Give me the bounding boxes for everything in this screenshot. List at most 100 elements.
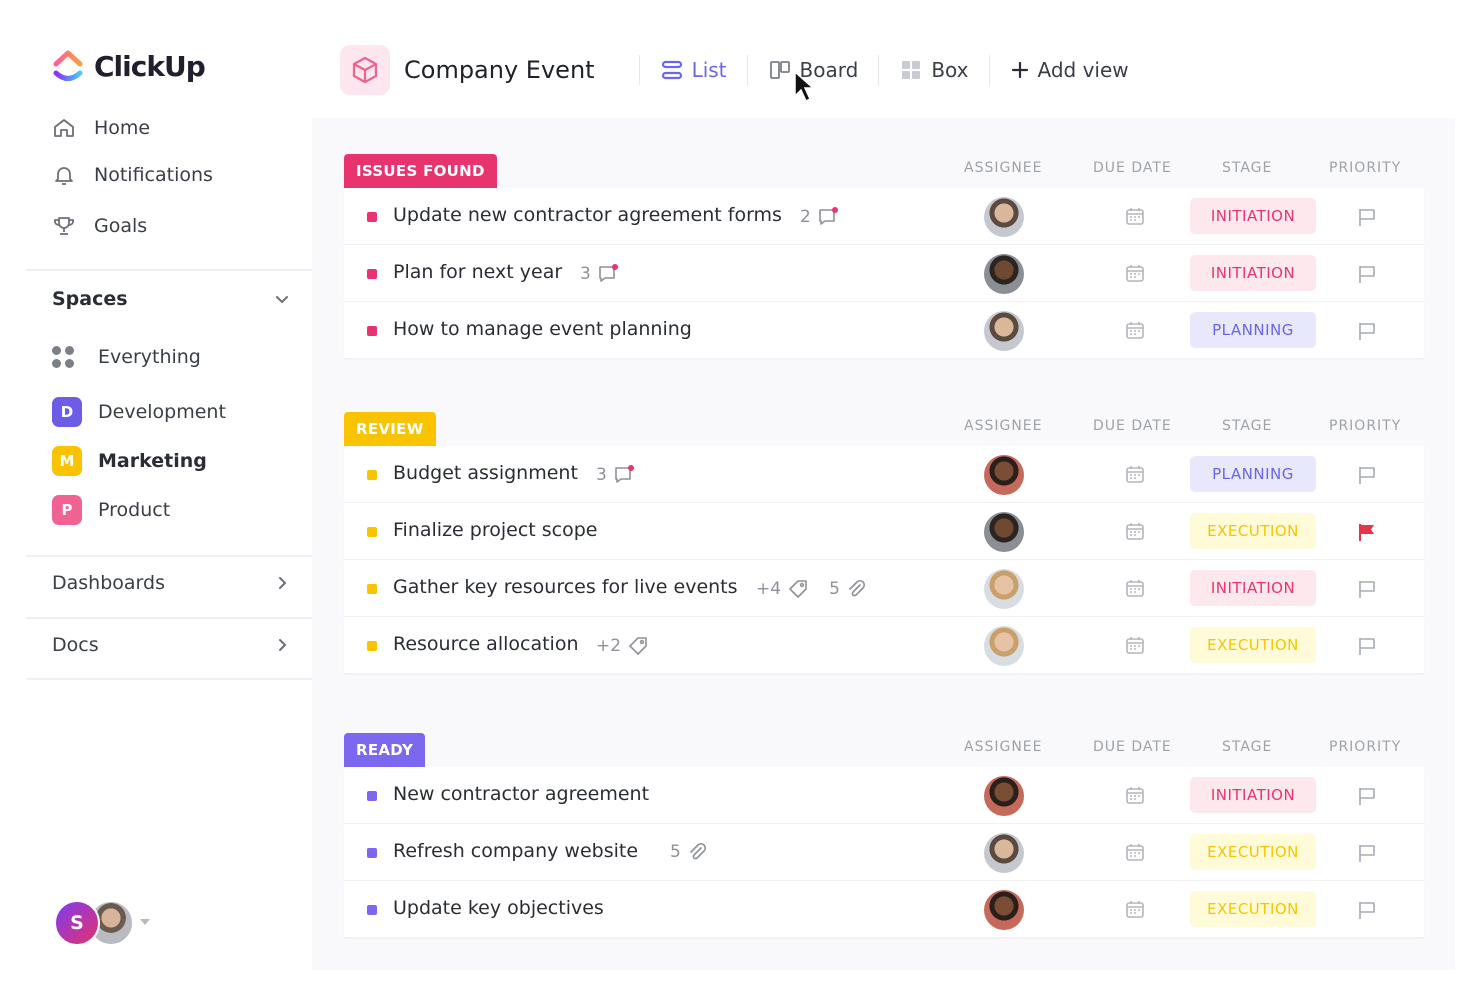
priority-flag-icon[interactable] (1356, 842, 1378, 864)
table-row[interactable]: New contractor agreement INITIATION (344, 767, 1424, 824)
table-row[interactable]: Refresh company website 5 EXECUTION (344, 824, 1424, 881)
priority-flag-icon[interactable] (1356, 320, 1378, 342)
calendar-icon[interactable] (1124, 898, 1146, 920)
priority-flag-icon[interactable] (1356, 635, 1378, 657)
task-title[interactable]: Plan for next year (393, 261, 562, 283)
assignee-avatar[interactable] (984, 311, 1024, 351)
priority-flag-icon[interactable] (1356, 464, 1378, 486)
stage-badge[interactable]: EXECUTION (1190, 627, 1316, 663)
priority-flag-icon[interactable] (1356, 578, 1378, 600)
assignee-avatar[interactable] (984, 626, 1024, 666)
status-badge[interactable]: ISSUES FOUND (344, 154, 497, 188)
status-dot[interactable] (367, 269, 377, 279)
calendar-icon[interactable] (1124, 205, 1146, 227)
task-title[interactable]: Update key objectives (393, 897, 604, 919)
status-dot[interactable] (367, 326, 377, 336)
status-dot[interactable] (367, 527, 377, 537)
comment-icon[interactable] (613, 464, 635, 486)
spaces-header[interactable]: Spaces (52, 288, 292, 310)
column-header-stage[interactable]: STAGE (1222, 160, 1272, 176)
stage-badge[interactable]: EXECUTION (1190, 834, 1316, 870)
stage-badge[interactable]: PLANNING (1190, 312, 1316, 348)
tab-list[interactable]: List (660, 58, 727, 82)
stage-badge[interactable]: EXECUTION (1190, 891, 1316, 927)
status-dot[interactable] (367, 848, 377, 858)
column-header-stage[interactable]: STAGE (1222, 739, 1272, 755)
status-badge[interactable]: READY (344, 733, 426, 767)
comment-icon[interactable] (817, 206, 839, 228)
stage-badge[interactable]: PLANNING (1190, 456, 1316, 492)
chevron-down-icon[interactable] (272, 289, 292, 309)
sidebar-item-notifications[interactable]: Notifications (52, 163, 213, 187)
sidebar-item-docs[interactable]: Docs (52, 634, 292, 656)
task-title[interactable]: Gather key resources for live events (393, 576, 738, 598)
calendar-icon[interactable] (1124, 577, 1146, 599)
assignee-avatar[interactable] (984, 512, 1024, 552)
assignee-avatar[interactable] (984, 254, 1024, 294)
stage-badge[interactable]: INITIATION (1190, 777, 1316, 813)
task-title[interactable]: Budget assignment (393, 462, 578, 484)
priority-flag-icon[interactable] (1356, 785, 1378, 807)
status-dot[interactable] (367, 212, 377, 222)
column-header-due-date[interactable]: DUE DATE (1093, 160, 1172, 176)
task-title[interactable]: Refresh company website (393, 840, 638, 862)
space-marketing[interactable]: M Marketing (52, 446, 207, 476)
task-title[interactable]: Resource allocation (393, 633, 578, 655)
table-row[interactable]: Resource allocation +2 EXECUTION (344, 617, 1424, 674)
column-header-priority[interactable]: PRIORITY (1329, 418, 1401, 434)
stage-badge[interactable]: EXECUTION (1190, 513, 1316, 549)
column-header-priority[interactable]: PRIORITY (1329, 739, 1401, 755)
calendar-icon[interactable] (1124, 262, 1146, 284)
tab-box[interactable]: Box (899, 58, 969, 82)
status-badge[interactable]: REVIEW (344, 412, 436, 446)
calendar-icon[interactable] (1124, 463, 1146, 485)
task-title[interactable]: Update new contractor agreement forms (393, 204, 782, 226)
status-dot[interactable] (367, 905, 377, 915)
stage-badge[interactable]: INITIATION (1190, 198, 1316, 234)
space-product[interactable]: P Product (52, 495, 170, 525)
calendar-icon[interactable] (1124, 841, 1146, 863)
column-header-stage[interactable]: STAGE (1222, 418, 1272, 434)
sidebar-item-home[interactable]: Home (52, 116, 150, 140)
task-title[interactable]: Finalize project scope (393, 519, 597, 541)
table-row[interactable]: Update key objectives EXECUTION (344, 881, 1424, 938)
priority-flag-icon[interactable] (1356, 899, 1378, 921)
column-header-due-date[interactable]: DUE DATE (1093, 739, 1172, 755)
table-row[interactable]: How to manage event planning PLANNING (344, 302, 1424, 359)
column-header-assignee[interactable]: ASSIGNEE (964, 160, 1043, 176)
stage-badge[interactable]: INITIATION (1190, 570, 1316, 606)
column-header-assignee[interactable]: ASSIGNEE (964, 418, 1043, 434)
table-row[interactable]: Gather key resources for live events +4 5… (344, 560, 1424, 617)
priority-flag-icon[interactable] (1356, 263, 1378, 285)
table-row[interactable]: Budget assignment 3 PLANNING (344, 446, 1424, 503)
sidebar-item-goals[interactable]: Goals (52, 214, 147, 238)
space-development[interactable]: D Development (52, 397, 226, 427)
assignee-avatar[interactable] (984, 455, 1024, 495)
priority-flag-icon[interactable] (1356, 521, 1378, 543)
comment-icon[interactable] (597, 263, 619, 285)
status-dot[interactable] (367, 791, 377, 801)
assignee-avatar[interactable] (984, 890, 1024, 930)
paperclip-icon[interactable] (846, 579, 866, 599)
assignee-avatar[interactable] (984, 833, 1024, 873)
assignee-avatar[interactable] (984, 776, 1024, 816)
user-menu[interactable]: S (54, 900, 154, 948)
add-view-button[interactable]: Add view (1010, 58, 1129, 82)
clickup-logo[interactable]: ClickUp (52, 48, 206, 84)
stage-badge[interactable]: INITIATION (1190, 255, 1316, 291)
table-row[interactable]: Update new contractor agreement forms 2 I… (344, 188, 1424, 245)
calendar-icon[interactable] (1124, 634, 1146, 656)
column-header-assignee[interactable]: ASSIGNEE (964, 739, 1043, 755)
column-header-priority[interactable]: PRIORITY (1329, 160, 1401, 176)
status-dot[interactable] (367, 641, 377, 651)
column-header-due-date[interactable]: DUE DATE (1093, 418, 1172, 434)
status-dot[interactable] (367, 470, 377, 480)
status-dot[interactable] (367, 584, 377, 594)
assignee-avatar[interactable] (984, 569, 1024, 609)
tag-icon[interactable] (627, 635, 649, 657)
table-row[interactable]: Plan for next year 3 INITIATION (344, 245, 1424, 302)
task-title[interactable]: New contractor agreement (393, 783, 649, 805)
calendar-icon[interactable] (1124, 520, 1146, 542)
assignee-avatar[interactable] (984, 197, 1024, 237)
space-everything[interactable]: Everything (52, 346, 201, 368)
